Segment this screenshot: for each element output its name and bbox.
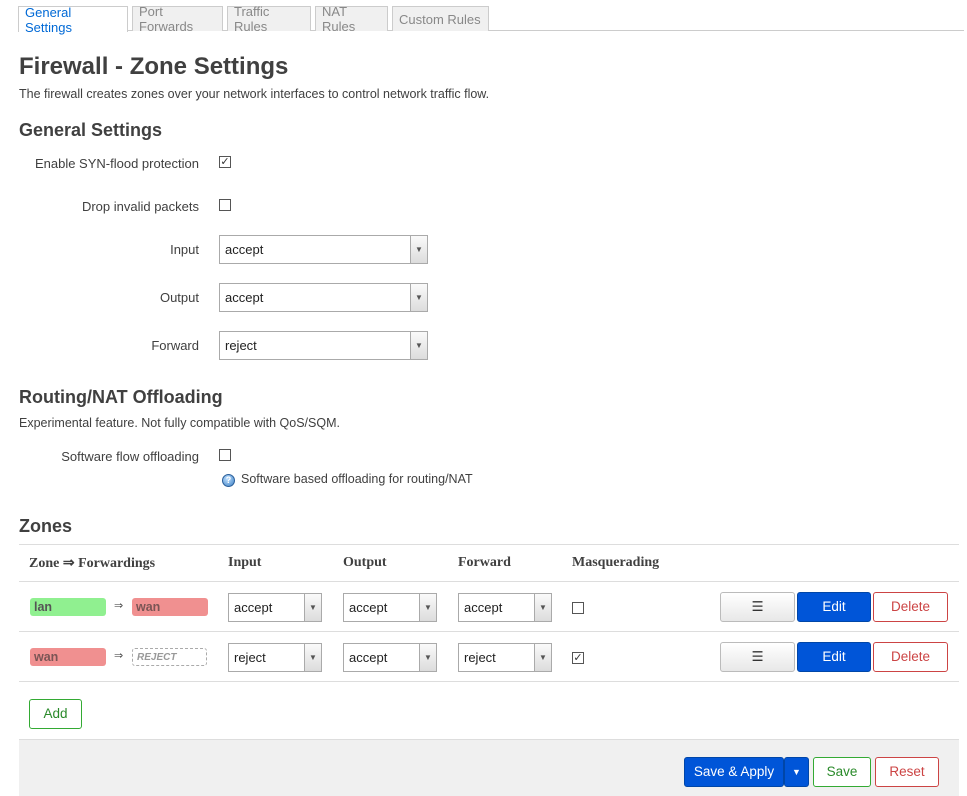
help-icon: ? xyxy=(222,474,235,487)
reset-button[interactable]: Reset xyxy=(875,757,939,787)
page-description: The firewall creates zones over your net… xyxy=(19,87,490,101)
zone-forward-select[interactable]: accept ▼ xyxy=(458,593,552,622)
zone-badge-lan: lan xyxy=(30,598,106,616)
zone-input-select[interactable]: reject ▼ xyxy=(228,643,322,672)
tab-general-settings[interactable]: General Settings xyxy=(18,5,128,35)
delete-button[interactable]: Delete xyxy=(873,642,948,672)
offloading-heading: Routing/NAT Offloading xyxy=(19,387,223,407)
column-forward: Forward xyxy=(458,555,511,570)
menu-icon: ☰ xyxy=(751,649,764,664)
forward-policy-select[interactable]: reject ▼ xyxy=(219,331,428,360)
tab-nat-rules[interactable]: NAT Rules xyxy=(315,4,388,34)
reorder-menu-button[interactable]: ☰ xyxy=(720,592,795,622)
forward-dest-badge: wan xyxy=(132,598,208,616)
delete-button[interactable]: Delete xyxy=(873,592,948,622)
edit-button[interactable]: Edit xyxy=(797,592,871,622)
save-button[interactable]: Save xyxy=(813,757,871,787)
drop-invalid-checkbox[interactable] xyxy=(219,199,231,211)
chevron-down-icon: ▼ xyxy=(410,236,427,263)
drop-invalid-label: Drop invalid packets xyxy=(81,199,199,214)
offloading-description: Experimental feature. Not fully compatib… xyxy=(19,416,340,430)
software-offloading-checkbox[interactable] xyxy=(219,449,231,461)
input-policy-select[interactable]: accept ▼ xyxy=(219,235,428,264)
zone-forward-value: reject xyxy=(464,650,496,665)
output-policy-select[interactable]: accept ▼ xyxy=(219,283,428,312)
chevron-down-icon: ▼ xyxy=(419,644,436,671)
tab-traffic-rules[interactable]: Traffic Rules xyxy=(227,4,311,34)
zone-output-select[interactable]: accept ▼ xyxy=(343,593,437,622)
chevron-down-icon: ▼ xyxy=(534,594,551,621)
input-policy-label: Input xyxy=(170,242,199,257)
zones-heading: Zones xyxy=(19,516,73,536)
caret-down-icon: ▼ xyxy=(792,767,801,777)
general-settings-heading: General Settings xyxy=(19,120,163,140)
zone-badge-wan: wan xyxy=(30,648,106,666)
edit-button[interactable]: Edit xyxy=(797,642,871,672)
software-offloading-label: Software flow offloading xyxy=(61,449,199,464)
save-apply-button[interactable]: Save & Apply xyxy=(684,757,784,787)
column-zone-forwardings: Zone ⇒ Forwardings xyxy=(29,556,156,571)
check-icon: ✓ xyxy=(573,652,583,664)
forward-arrow: ⇒ xyxy=(114,600,124,612)
chevron-down-icon: ▼ xyxy=(304,644,321,671)
masquerading-checkbox[interactable] xyxy=(572,602,584,614)
forward-dest-reject: REJECT xyxy=(132,648,207,666)
output-policy-label: Output xyxy=(159,290,199,305)
column-masquerading: Masquerading xyxy=(572,555,660,570)
page-title: Firewall - Zone Settings xyxy=(19,53,289,80)
forward-policy-value: reject xyxy=(225,338,257,353)
syn-flood-label: Enable SYN-flood protection xyxy=(34,156,199,171)
save-apply-dropdown[interactable]: ▼ xyxy=(784,757,809,787)
tab-bar: General Settings Port Forwards Traffic R… xyxy=(18,4,964,35)
zone-input-value: accept xyxy=(234,600,273,615)
chevron-down-icon: ▼ xyxy=(410,284,427,311)
zone-forward-value: accept xyxy=(464,600,503,615)
check-icon: ✓ xyxy=(220,156,230,168)
chevron-down-icon: ▼ xyxy=(410,332,427,359)
zone-input-value: reject xyxy=(234,650,266,665)
chevron-down-icon: ▼ xyxy=(419,594,436,621)
masquerading-checkbox[interactable]: ✓ xyxy=(572,652,584,664)
footer-bar: Save & Apply ▼ Save Reset xyxy=(19,739,959,796)
zones-table-header: Zone ⇒ Forwardings Input Output Forward … xyxy=(19,544,959,582)
syn-flood-checkbox[interactable]: ✓ xyxy=(219,156,231,168)
zone-output-select[interactable]: accept ▼ xyxy=(343,643,437,672)
forward-arrow: ⇒ xyxy=(114,650,124,662)
add-zone-button[interactable]: Add xyxy=(29,699,82,729)
tab-custom-rules[interactable]: Custom Rules xyxy=(392,6,489,31)
forward-policy-label: Forward xyxy=(151,338,199,353)
chevron-down-icon: ▼ xyxy=(534,644,551,671)
zone-output-value: accept xyxy=(349,600,388,615)
column-input: Input xyxy=(228,555,262,570)
zone-output-value: accept xyxy=(349,650,388,665)
table-row: lan ⇒ wan accept ▼ accept ▼ accept ▼ ☰ E… xyxy=(19,582,959,632)
software-offloading-help: Software based offloading for routing/NA… xyxy=(241,472,473,486)
zone-forward-select[interactable]: reject ▼ xyxy=(458,643,552,672)
output-policy-value: accept xyxy=(225,290,264,305)
zone-input-select[interactable]: accept ▼ xyxy=(228,593,322,622)
input-policy-value: accept xyxy=(225,242,264,257)
column-output: Output xyxy=(343,555,387,570)
tab-port-forwards[interactable]: Port Forwards xyxy=(132,4,223,34)
chevron-down-icon: ▼ xyxy=(304,594,321,621)
reorder-menu-button[interactable]: ☰ xyxy=(720,642,795,672)
table-row: wan ⇒ REJECT reject ▼ accept ▼ reject ▼ … xyxy=(19,632,959,682)
menu-icon: ☰ xyxy=(751,599,764,614)
